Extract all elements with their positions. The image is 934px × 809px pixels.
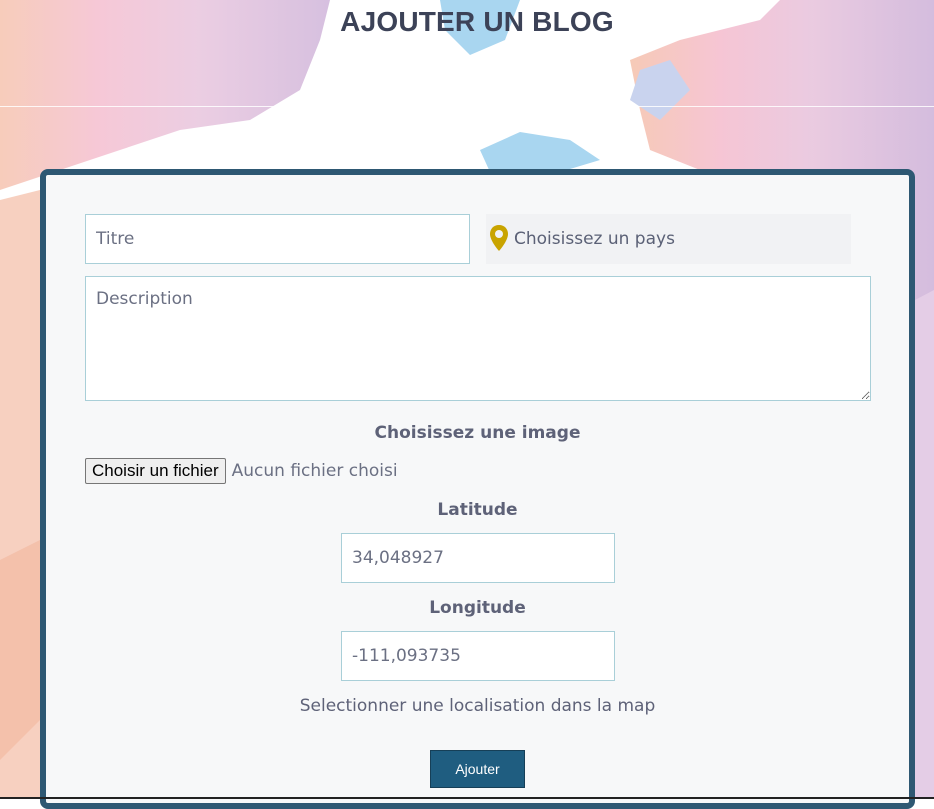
country-select[interactable]: Choisissez un pays xyxy=(486,214,851,264)
page-title: AJOUTER UN BLOG xyxy=(340,6,614,37)
title-input[interactable] xyxy=(85,214,470,264)
longitude-input[interactable] xyxy=(341,631,615,681)
description-textarea[interactable] xyxy=(85,276,871,401)
file-picker: Choisir un fichier Aucun fichier choisi xyxy=(85,458,398,484)
latitude-input[interactable] xyxy=(341,533,615,583)
country-select-label: Choisissez un pays xyxy=(514,229,675,249)
file-status-text: Aucun fichier choisi xyxy=(231,461,398,481)
map-selection-hint: Selectionner une localisation dans la ma… xyxy=(299,696,656,716)
latitude-label: Latitude xyxy=(437,500,518,520)
longitude-label: Longitude xyxy=(429,598,526,618)
image-label: Choisissez une image xyxy=(374,423,581,443)
add-button[interactable]: Ajouter xyxy=(430,750,525,788)
header-divider xyxy=(0,106,934,107)
map-pin-icon xyxy=(488,224,510,254)
choose-file-button[interactable]: Choisir un fichier xyxy=(85,458,226,484)
add-blog-form-card: Choisissez un pays Choisissez une image … xyxy=(40,169,915,809)
